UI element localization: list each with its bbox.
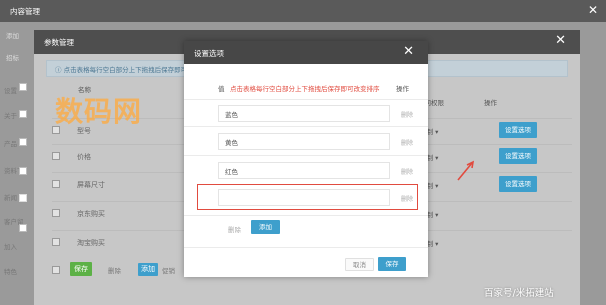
set-options-button[interactable]: 设置选项 bbox=[499, 148, 537, 164]
param-more-link[interactable]: 促销 bbox=[162, 265, 175, 275]
parameter-dialog-title: 参数管理 bbox=[44, 38, 74, 47]
divider bbox=[184, 215, 428, 216]
row-checkbox[interactable] bbox=[19, 138, 27, 146]
option-value-input[interactable]: 黄色 bbox=[218, 133, 390, 150]
footer-checkbox[interactable] bbox=[19, 224, 27, 232]
settings-add-button[interactable]: 添加 bbox=[251, 220, 280, 234]
settings-delete-button[interactable]: 删除 bbox=[228, 224, 241, 234]
source-caption: 百家号/米拓建站 bbox=[484, 288, 554, 299]
row-name: 淘宝购买 bbox=[77, 239, 105, 247]
bg-label-add: 添加 bbox=[6, 32, 19, 40]
settings-save-button[interactable]: 保存 bbox=[378, 257, 406, 271]
settings-dialog-title: 设置选项 bbox=[194, 49, 224, 58]
option-value-input[interactable]: 蓝色 bbox=[218, 105, 390, 122]
settings-dialog: 设置选项 ✕ bbox=[184, 41, 428, 277]
row-name: 屏幕尺寸 bbox=[77, 181, 105, 189]
divider bbox=[184, 155, 428, 156]
window-title-bar: 内容管理 bbox=[0, 0, 606, 22]
option-delete-button[interactable]: 删除 bbox=[401, 110, 413, 119]
option-value-input[interactable]: 红色 bbox=[218, 162, 390, 179]
side-label: 加入 bbox=[4, 243, 17, 251]
row-name: 价格 bbox=[77, 153, 91, 161]
row-checkbox[interactable] bbox=[19, 110, 27, 118]
side-label: 关于 bbox=[4, 112, 17, 120]
row-checkbox[interactable] bbox=[52, 209, 60, 217]
option-delete-button[interactable]: 删除 bbox=[401, 194, 413, 203]
settings-dialog-title-bar: 设置选项 bbox=[184, 41, 428, 64]
param-add-button[interactable]: 添加 bbox=[138, 263, 158, 276]
option-delete-button[interactable]: 删除 bbox=[401, 167, 413, 176]
divider bbox=[184, 247, 428, 248]
info-icon: ⓘ bbox=[55, 66, 64, 74]
side-label: 设置 bbox=[4, 87, 17, 95]
divider bbox=[184, 99, 428, 100]
column-header-operation: 操作 bbox=[484, 99, 497, 107]
set-options-button[interactable]: 设置选项 bbox=[499, 122, 537, 138]
settings-dialog-close-icon[interactable]: ✕ bbox=[403, 44, 414, 59]
window-close-icon[interactable]: ✕ bbox=[588, 3, 598, 17]
column-header-value: 值 bbox=[218, 85, 225, 93]
row-checkbox[interactable] bbox=[52, 238, 60, 246]
watermark: 数码网 bbox=[55, 95, 143, 128]
side-label: 产品 bbox=[4, 140, 17, 148]
window-title: 内容管理 bbox=[10, 7, 40, 16]
row-checkbox[interactable] bbox=[19, 167, 27, 175]
parameter-dialog-close-icon[interactable]: ✕ bbox=[555, 33, 566, 48]
settings-cancel-button[interactable]: 取消 bbox=[345, 258, 374, 271]
param-delete-button[interactable]: 删除 bbox=[108, 265, 121, 275]
side-label: 特色 bbox=[4, 268, 17, 276]
row-checkbox[interactable] bbox=[19, 194, 27, 202]
drag-sort-hint: 点击表格每行空白部分上下拖拽后保存即可改变排序 bbox=[230, 85, 380, 93]
column-header-operation: 操作 bbox=[396, 85, 409, 93]
new-option-value-input[interactable] bbox=[218, 189, 390, 206]
param-save-button[interactable]: 保存 bbox=[70, 262, 92, 276]
row-checkbox[interactable] bbox=[52, 180, 60, 188]
select-all-checkbox[interactable] bbox=[52, 266, 60, 274]
option-delete-button[interactable]: 删除 bbox=[401, 138, 413, 147]
row-checkbox[interactable] bbox=[52, 152, 60, 160]
bg-label-bid: 招标 bbox=[6, 54, 19, 62]
side-label: 新闻 bbox=[4, 194, 17, 202]
row-name: 京东购买 bbox=[77, 210, 105, 218]
select-all-checkbox[interactable] bbox=[19, 83, 27, 91]
divider bbox=[184, 126, 428, 127]
set-options-button[interactable]: 设置选项 bbox=[499, 176, 537, 192]
